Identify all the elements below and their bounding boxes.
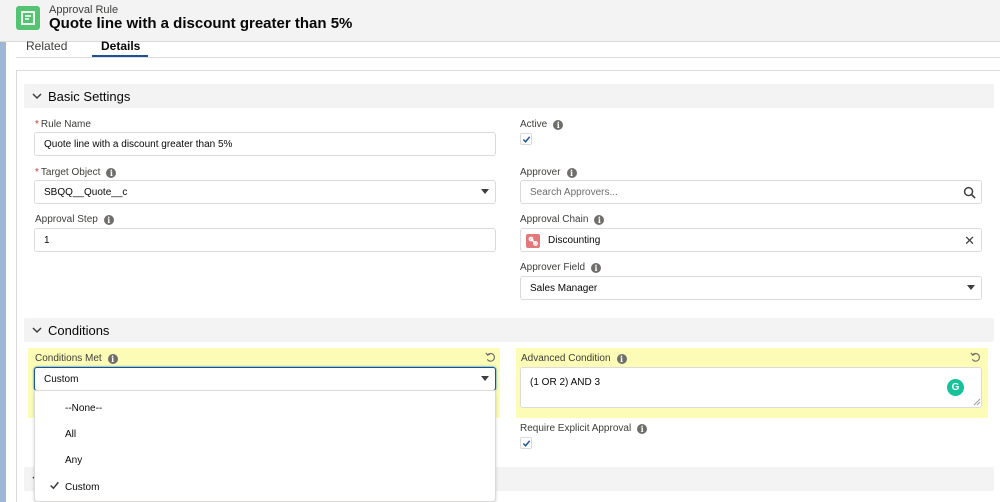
selected-check-icon [50,481,59,490]
page-title: Quote line with a discount greater than … [49,15,353,32]
record-tabs: Related Details [16,39,1000,58]
dropdown-option-custom[interactable]: Custom [65,482,99,493]
active-label: Active i [520,119,564,130]
search-icon[interactable] [963,186,976,199]
approval-chain-label: Approval Chain i [520,214,605,225]
active-tab-indicator [92,55,148,57]
dropdown-option-any[interactable]: Any [65,455,82,466]
conditions-met-dropdown: --None-- All Any Custom [34,390,496,502]
approval-rule-icon [16,6,40,30]
dropdown-option-none[interactable]: --None-- [65,403,102,414]
approval-step-label: Approval Step i [35,214,114,225]
rule-name-label: * Rule Name [35,119,91,130]
info-icon[interactable]: i [553,120,564,130]
active-checkbox[interactable] [520,133,532,145]
section-basic-settings[interactable]: Basic Settings [24,84,994,108]
require-explicit-approval-checkbox[interactable] [520,437,532,449]
section-conditions[interactable]: Conditions [24,318,994,342]
info-icon[interactable]: i [637,424,648,434]
check-icon [522,136,531,143]
section-title: Basic Settings [48,89,131,104]
caret-down-icon [481,189,489,194]
target-object-label: * Target Object i [35,167,117,178]
approver-field-select[interactable]: Sales Manager [520,276,982,300]
undo-icon[interactable] [970,352,981,363]
info-icon[interactable]: i [107,354,118,364]
left-gap [6,42,16,502]
check-icon [522,440,531,447]
approval-chain-icon [526,234,540,248]
resize-handle-icon[interactable] [973,398,981,406]
undo-icon[interactable] [485,352,496,363]
conditions-met-select[interactable]: Custom [34,367,496,391]
approval-step-input[interactable]: 1 [34,228,496,252]
record-header: Approval Rule Quote line with a discount… [0,0,1000,42]
approver-field-label: Approver Field i [520,262,602,273]
rule-name-input[interactable]: Quote line with a discount greater than … [34,132,496,156]
section-title: Conditions [48,323,110,338]
info-icon[interactable]: i [566,168,577,178]
info-icon[interactable]: i [103,215,114,225]
tab-details[interactable]: Details [101,39,140,53]
grammarly-icon[interactable]: G [947,379,964,396]
info-icon[interactable]: i [106,168,117,178]
dropdown-option-all[interactable]: All [65,429,76,440]
chevron-down-icon [32,327,42,334]
approver-label: Approver i [520,167,577,178]
clear-icon[interactable]: ✕ [964,233,975,249]
approval-chain-lookup[interactable]: Discounting ✕ [520,228,982,252]
chevron-down-icon [32,93,42,100]
advanced-condition-label: Advanced Condition i [521,353,627,364]
target-object-select[interactable]: SBQQ__Quote__c [34,180,496,204]
conditions-met-label: Conditions Met i [35,353,118,364]
info-icon[interactable]: i [591,263,602,273]
advanced-condition-textarea[interactable]: (1 OR 2) AND 3 [520,367,982,408]
approver-search-input[interactable]: Search Approvers... [520,180,982,204]
caret-down-icon [481,376,489,381]
info-icon[interactable]: i [616,354,627,364]
caret-down-icon [967,285,975,290]
require-explicit-approval-label: Require Explicit Approval i [520,423,648,434]
info-icon[interactable]: i [594,215,605,225]
tab-related[interactable]: Related [26,39,67,53]
